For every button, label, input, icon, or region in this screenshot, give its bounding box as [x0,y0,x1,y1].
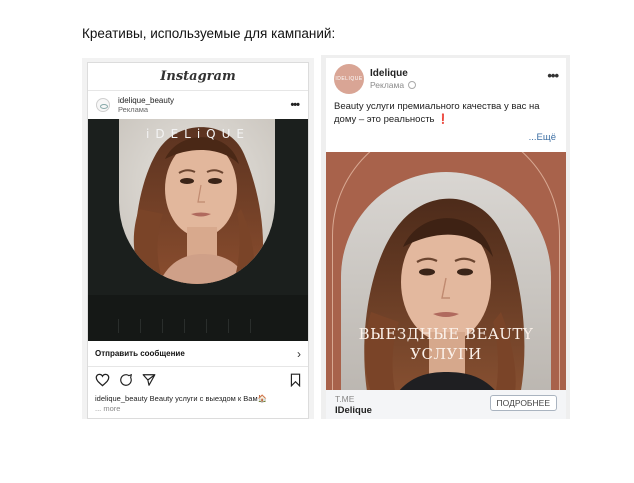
ad-headline-overlay: ВЫЕЗДНЫЕ BEAUTY УСЛУГИ [326,324,566,364]
caption-username[interactable]: idelique_beauty [95,394,148,403]
caption-more-link[interactable]: ... more [88,404,308,413]
overlay-line-1: ВЫЕЗДНЫЕ BEAUTY [358,325,534,343]
more-options-icon[interactable]: ••• [547,68,559,83]
vk-avatar-text: IDELIQUE [335,76,363,82]
instagram-ad-card: Instagram idelique_beauty Реклама ••• iD… [82,58,314,419]
more-details-button[interactable]: ПОДРОБНЕЕ [489,395,557,411]
vk-post-header: IDELIQUE Idelique Реклама ••• [326,58,566,100]
instagram-logo: Instagram [160,69,236,84]
instagram-username[interactable]: idelique_beauty [118,96,174,105]
brand-logo-text: iDELiQUE [146,127,250,141]
instagram-post-header: idelique_beauty Реклама ••• [88,91,308,119]
share-icon[interactable] [142,373,156,387]
comment-icon[interactable] [119,373,133,387]
caption-text: Beauty услуги с выездом к Вам🏠 [149,394,267,403]
instagram-topbar: Instagram [88,63,308,91]
vk-post-text: Beauty услуги премиального качества у ва… [326,100,566,132]
dark-bottom-band [88,295,308,341]
send-message-cta[interactable]: Отправить сообщение › [88,341,308,367]
instagram-action-bar [88,367,308,393]
instagram-caption: idelique_beauty Beauty услуги с выездом … [88,393,308,404]
vk-ad-card: IDELIQUE Idelique Реклама ••• Beauty усл… [321,55,570,419]
vk-page-name[interactable]: Idelique [370,68,408,79]
overlay-line-2: УСЛУГИ [410,345,482,363]
link-title: IDelique [335,405,372,416]
link-domain: T.ME [335,394,355,404]
vk-sponsored-label: Реклама [370,80,405,90]
send-message-label: Отправить сообщение [95,349,185,358]
vk-avatar[interactable]: IDELIQUE [334,64,364,94]
info-icon[interactable] [408,81,417,89]
portrait-photo [119,119,275,284]
page-title: Креативы, используемые для кампаний: [82,26,336,41]
bookmark-icon[interactable] [290,373,301,387]
vk-ad-image[interactable]: ВЫЕЗДНЫЕ BEAUTY УСЛУГИ [326,152,566,390]
chevron-right-icon: › [297,346,301,361]
heart-icon[interactable] [95,373,110,387]
instagram-sponsored-label: Реклама [118,105,149,114]
vk-sponsored-row: Реклама [370,80,417,90]
instagram-avatar[interactable] [96,98,110,112]
exclamation-icon: ❗ [437,114,449,125]
vk-link-footer[interactable]: T.ME IDelique ПОДРОБНЕЕ [326,390,566,419]
read-more-link[interactable]: ...Ещё [326,132,566,152]
instagram-ad-image[interactable]: iDELiQUE [88,119,308,341]
more-options-icon[interactable]: ••• [290,99,300,111]
